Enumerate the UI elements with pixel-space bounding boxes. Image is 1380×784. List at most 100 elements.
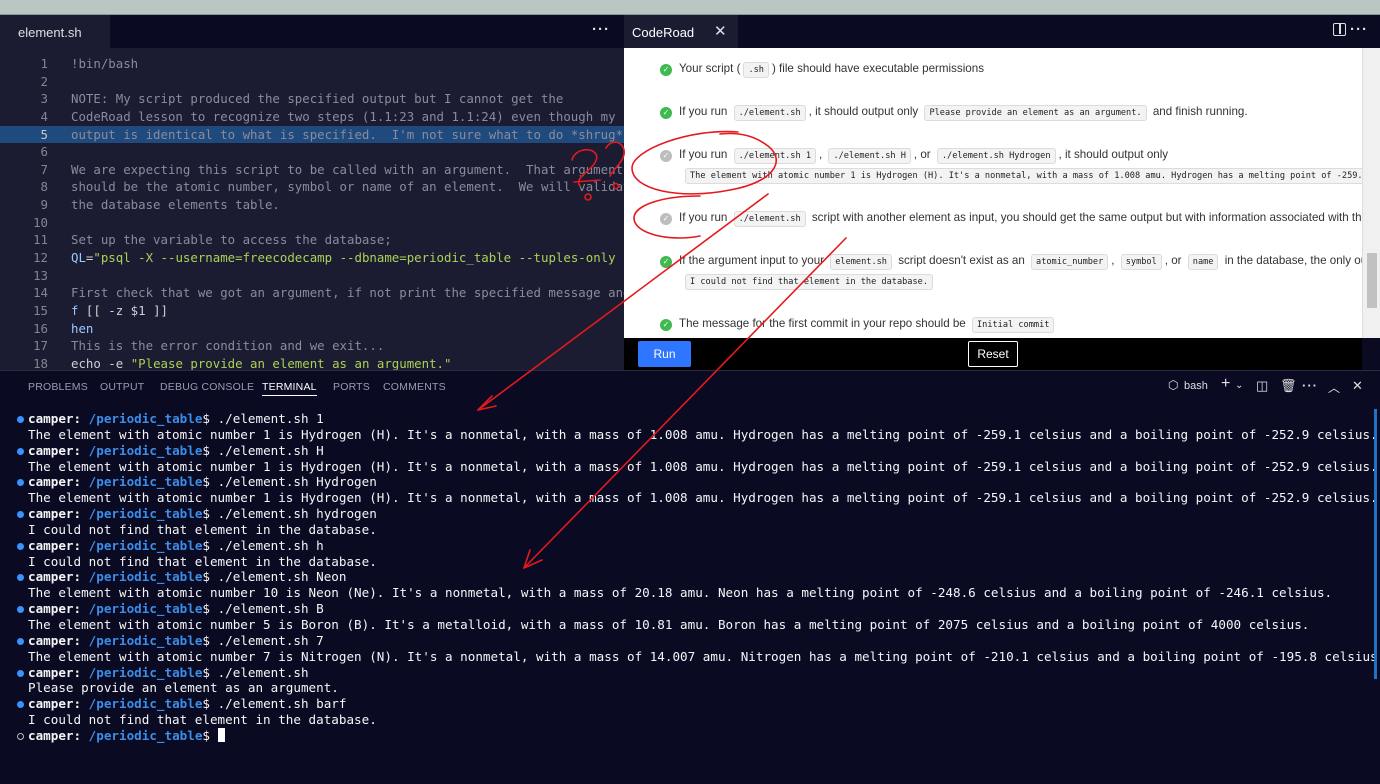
test-text: Your script ( — [679, 62, 741, 75]
code-line[interactable]: 11 Set up the variable to access the data… — [0, 231, 624, 249]
coderoad-tab-label: CodeRoad — [632, 25, 695, 40]
close-icon[interactable]: ✕ — [714, 22, 727, 40]
test-item: ✓ If you run ./element.sh script with ano… — [660, 211, 1362, 227]
line-number: 3 — [40, 91, 48, 107]
prompt-sep: $ — [202, 727, 218, 743]
prompt-sep: $ — [202, 442, 218, 458]
code-line[interactable]: 7 We are expecting this script to be call… — [0, 161, 624, 179]
test-text: , it should output only — [808, 105, 922, 118]
command-decoration-icon[interactable] — [17, 447, 24, 455]
code-line[interactable]: 10 — [0, 214, 624, 232]
output-text: The element with atomic number 7 is Nitr… — [28, 648, 1380, 664]
tab-debug-console[interactable]: DEBUG CONSOLE — [160, 381, 254, 393]
code-text: First check that we got an argument, if … — [71, 284, 624, 302]
prompt-sep: $ — [202, 664, 218, 680]
command-decoration-icon[interactable] — [17, 542, 24, 550]
close-icon[interactable]: ✕ — [1352, 378, 1363, 394]
split-editor-icon[interactable] — [1333, 23, 1346, 36]
code-line[interactable]: 12 QL="psql -X --username=freecodecamp --… — [0, 249, 624, 267]
add-icon[interactable]: + — [1221, 375, 1230, 393]
tab-comments[interactable]: COMMENTS — [383, 381, 446, 393]
pending-check-icon: ✓ — [660, 213, 672, 225]
inline-code: ./element.sh Hydrogen — [936, 148, 1056, 164]
code-line[interactable]: 13 — [0, 267, 624, 285]
prompt-sep: $ — [202, 569, 218, 585]
code-line[interactable]: 18 echo -e "Please provide an element as … — [0, 355, 624, 370]
run-button[interactable]: Run — [638, 341, 691, 367]
prompt-user: camper: — [28, 664, 89, 680]
code-line[interactable]: 14 First check that we got an argument, i… — [0, 284, 624, 302]
line-number: 18 — [33, 355, 48, 370]
terminal-output-line: The element with atomic number 1 is Hydr… — [0, 427, 1378, 443]
code-line[interactable]: 6 — [0, 143, 624, 161]
maximize-icon[interactable]: ︿ — [1328, 379, 1340, 396]
code-token: We are expecting this script to be calle… — [71, 161, 624, 177]
test-item: ✓ Your script (.sh) file should have exec… — [660, 62, 984, 78]
command-decoration-icon[interactable] — [17, 479, 24, 487]
output-text: The element with atomic number 1 is Hydr… — [28, 426, 1378, 442]
tab-problems[interactable]: PROBLEMS — [28, 381, 88, 393]
terminal-output[interactable]: camper: /periodic_table$ ./element.sh 1T… — [0, 411, 1380, 744]
tab-element-sh[interactable]: element.sh — [0, 15, 110, 48]
test-item: ✓ The message for the first commit in you… — [660, 317, 1057, 333]
terminal-prompt-line: camper: /periodic_table$ ./element.sh 1 — [0, 411, 1370, 427]
command-decoration-icon[interactable] — [17, 732, 24, 740]
command-decoration-icon[interactable] — [17, 574, 24, 582]
reset-button[interactable]: Reset — [968, 341, 1018, 367]
terminal-prompt-line: camper: /periodic_table$ ./element.sh 7 — [0, 633, 1370, 649]
code-line[interactable]: 17 This is the error condition and we exi… — [0, 337, 624, 355]
tab-output[interactable]: OUTPUT — [100, 381, 144, 393]
tab-terminal[interactable]: TERMINAL — [262, 381, 317, 396]
prompt-sep: $ — [202, 696, 218, 712]
terminal-prompt-line: camper: /periodic_table$ ./element.sh Hy… — [0, 474, 1370, 490]
test-expected-output: The element with atomic number 1 is Hydr… — [682, 168, 1362, 184]
inline-code: atomic_number — [1031, 254, 1109, 270]
ellipsis-icon[interactable]: ··· — [592, 21, 610, 38]
line-number: 15 — [33, 302, 48, 318]
line-number: 9 — [40, 197, 48, 213]
code-lines[interactable]: 1 !bin/bash 2 3 NOTE: My script produced the… — [0, 55, 624, 370]
command-decoration-icon[interactable] — [17, 669, 24, 677]
command-decoration-icon[interactable] — [17, 416, 24, 423]
terminal-scrollbar[interactable] — [1368, 409, 1380, 679]
passed-check-icon: ✓ — [660, 107, 672, 119]
code-line[interactable]: 1 !bin/bash — [0, 55, 624, 73]
command-decoration-icon[interactable] — [17, 606, 24, 614]
tab-ports[interactable]: PORTS — [333, 381, 370, 393]
code-editor[interactable]: element.sh ··· 1 !bin/bash 2 3 NOTE: My scri… — [0, 15, 624, 370]
scrollbar-thumb[interactable] — [1367, 253, 1377, 308]
scrollbar-thumb[interactable] — [1374, 409, 1377, 679]
code-line[interactable]: 3 NOTE: My script produced the specified … — [0, 90, 624, 108]
coderoad-scrollbar[interactable] — [1362, 48, 1380, 338]
terminal-prompt-line: camper: /periodic_table$ ./element.sh — [0, 665, 1370, 681]
code-line[interactable]: 15 f [[ -z $1 ]] — [0, 302, 624, 320]
test-text: If you run — [679, 105, 731, 118]
tab-coderoad[interactable]: CodeRoad ✕ — [624, 15, 738, 48]
chevron-down-icon[interactable]: ⌄ — [1235, 380, 1243, 391]
code-line[interactable]: 2 — [0, 73, 624, 91]
code-token: !bin/bash — [71, 56, 139, 71]
code-token: QL — [71, 250, 86, 266]
line-number: 7 — [40, 161, 48, 177]
command-decoration-icon[interactable] — [17, 637, 24, 645]
inline-code: .sh — [743, 62, 769, 78]
split-terminal-icon[interactable]: ◫ — [1256, 378, 1268, 394]
command-decoration-icon[interactable] — [17, 511, 24, 519]
code-line[interactable]: 8 should be the atomic number, symbol or … — [0, 178, 624, 196]
passed-check-icon: ✓ — [660, 319, 672, 331]
command-decoration-icon[interactable] — [17, 701, 24, 709]
output-text: The element with atomic number 1 is Hydr… — [28, 490, 1378, 506]
trash-icon[interactable]: 🗑 — [1280, 378, 1297, 394]
command-text: ./element.sh hydrogen — [217, 506, 377, 522]
code-line[interactable]: 16 hen — [0, 320, 624, 338]
code-line[interactable]: 4 CodeRoad lesson to recognize two steps … — [0, 108, 624, 126]
test-text: script doesn't exist as an — [894, 254, 1029, 267]
code-token: "Please provide an element as an argumen… — [130, 355, 452, 370]
code-line[interactable]: 9 the database elements table. — [0, 196, 624, 214]
ellipsis-icon[interactable]: ··· — [1350, 21, 1368, 38]
prompt-path: /periodic_table — [88, 537, 203, 553]
inline-code: Initial commit — [971, 317, 1055, 333]
shell-label[interactable]: bash — [1184, 380, 1208, 392]
ellipsis-icon[interactable]: ··· — [1302, 378, 1318, 393]
code-line[interactable]: 5 output is identical to what is specifie… — [0, 125, 624, 144]
